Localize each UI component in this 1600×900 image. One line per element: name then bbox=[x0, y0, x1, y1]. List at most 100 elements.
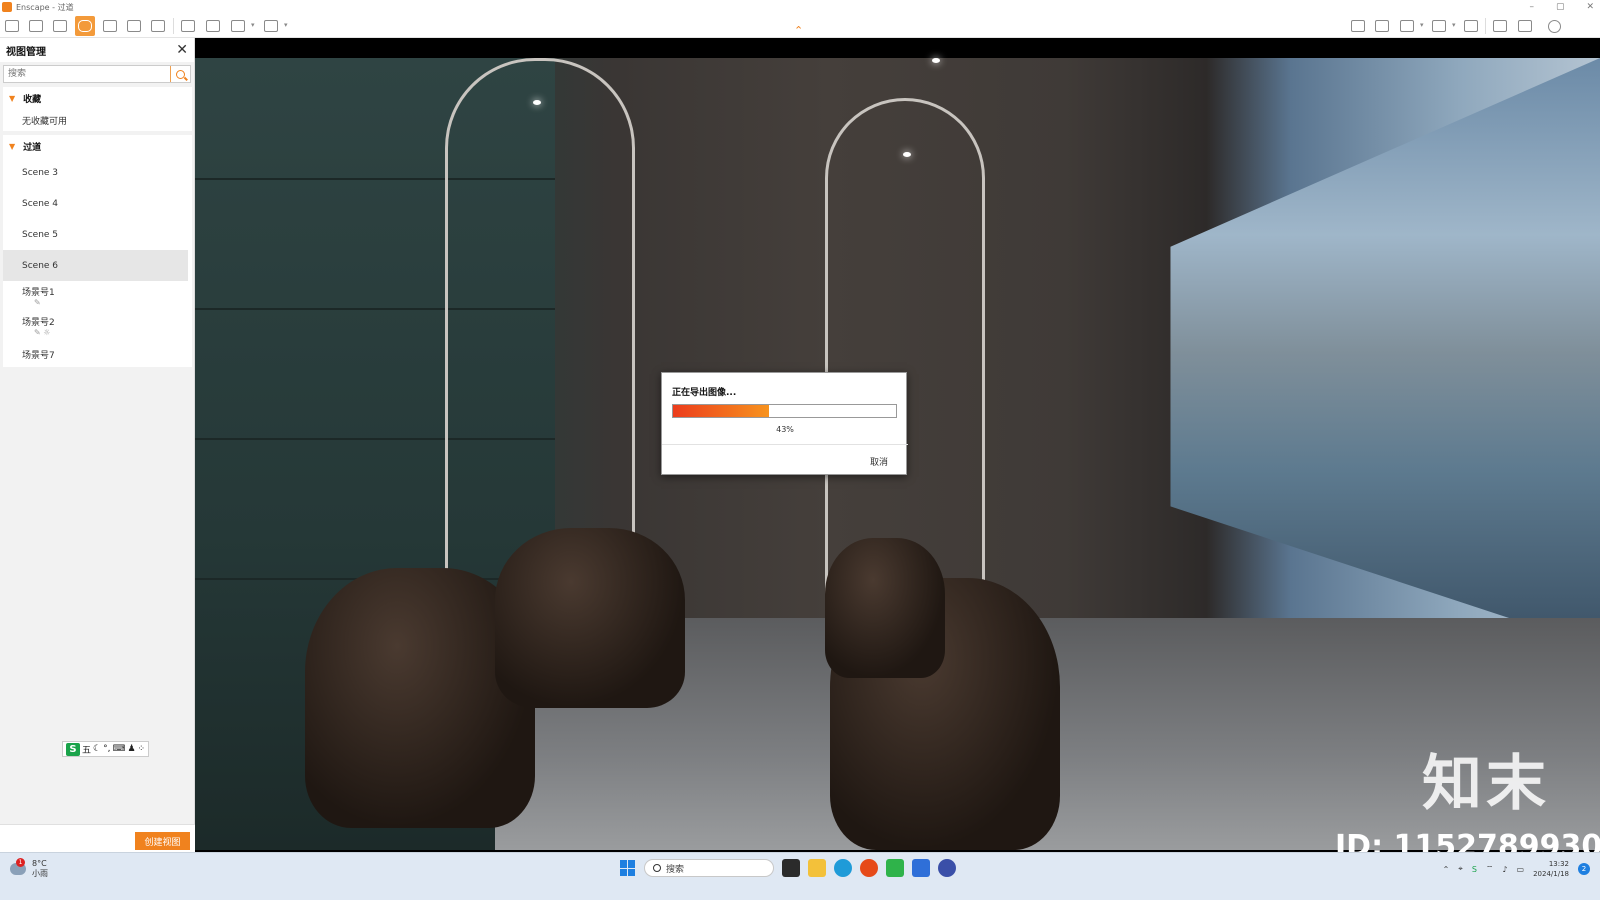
ceiling-arch bbox=[825, 98, 985, 598]
gear-icon[interactable] bbox=[1515, 16, 1535, 36]
windows-start-icon[interactable] bbox=[620, 860, 636, 876]
sogou-tray-icon[interactable]: S bbox=[1472, 865, 1477, 874]
window-title: Enscape - 过道 bbox=[16, 2, 74, 12]
view-item[interactable]: 场景号7 bbox=[3, 341, 192, 367]
expand-triangle-icon: ▼ bbox=[9, 93, 16, 103]
ime-toolbar[interactable]: S 五 ☾ °, ⌨ ♟ ⁘ bbox=[62, 741, 150, 757]
export-progress-dialog: 正在导出图像... 43% 取消 bbox=[661, 372, 908, 475]
view-item-selected[interactable]: Scene 6 bbox=[3, 250, 188, 281]
user-icon: ♟ bbox=[127, 744, 136, 754]
view-item-label: 场景号7 bbox=[22, 350, 55, 361]
title-bar: Enscape - 过道 – ▢ ✕ bbox=[0, 0, 1600, 14]
maximize-icon[interactable]: ▢ bbox=[1556, 2, 1565, 12]
material-editor-icon[interactable] bbox=[124, 16, 144, 36]
wifi-icon[interactable]: ⌔ bbox=[1486, 864, 1494, 874]
toolbar-divider bbox=[1485, 18, 1486, 34]
pencil-icon: ✎ bbox=[34, 298, 41, 307]
close-window-icon[interactable]: ✕ bbox=[1586, 2, 1594, 12]
massage-chair bbox=[825, 538, 945, 678]
close-icon[interactable]: ✕ bbox=[176, 43, 188, 57]
weather-widget[interactable]: 1 8°C 小雨 bbox=[10, 858, 48, 879]
home-icon[interactable] bbox=[2, 16, 22, 36]
panel-header: 视图管理 ✕ bbox=[0, 38, 194, 62]
search-input[interactable] bbox=[4, 66, 170, 82]
bim-icon[interactable] bbox=[50, 16, 70, 36]
app-u-icon[interactable] bbox=[912, 859, 930, 877]
sogou-ime-icon: S bbox=[66, 742, 80, 756]
punctuation-icon: °, bbox=[103, 744, 111, 754]
atmosphere-icon[interactable] bbox=[1429, 16, 1449, 36]
section-plane-icon[interactable] bbox=[1397, 16, 1417, 36]
create-view-button[interactable]: 创建视图 bbox=[135, 832, 190, 850]
taskbar-search[interactable]: 搜索 bbox=[644, 859, 774, 877]
rain-cloud-icon: 1 bbox=[10, 858, 26, 875]
window-controls: – ▢ ✕ bbox=[1529, 0, 1594, 14]
ime-mode: 五 bbox=[82, 745, 92, 756]
grid-icon: ⁘ bbox=[137, 744, 146, 754]
collapse-toolbar-icon[interactable]: ⌃ bbox=[794, 25, 803, 36]
wechat-icon[interactable] bbox=[886, 859, 904, 877]
city-panorama-screen bbox=[1170, 58, 1600, 648]
battery-icon[interactable]: ▭ bbox=[1517, 865, 1525, 874]
help-icon[interactable] bbox=[1544, 16, 1564, 36]
pencil-sun-icon: ✎ ☼ bbox=[34, 328, 51, 337]
network-pin-icon[interactable]: ⌖ bbox=[1458, 864, 1463, 874]
visual-settings-icon[interactable] bbox=[1490, 16, 1510, 36]
minimap-icon[interactable] bbox=[1372, 16, 1392, 36]
panel-title: 视图管理 bbox=[6, 46, 46, 58]
watermark-logo: 知末 bbox=[1422, 749, 1550, 819]
chevron-down-icon[interactable]: ▾ bbox=[251, 21, 255, 29]
tray-chevron-up-icon[interactable]: ⌃ bbox=[1443, 865, 1450, 874]
edge-icon[interactable] bbox=[834, 859, 852, 877]
massage-chair bbox=[495, 528, 685, 708]
view-search bbox=[3, 65, 191, 83]
ceiling-light bbox=[903, 152, 911, 157]
ceiling-light bbox=[533, 100, 541, 105]
clock-date: 2024/1/18 bbox=[1533, 870, 1569, 878]
cancel-button[interactable]: 取消 bbox=[870, 455, 888, 468]
volume-icon[interactable]: ♪ bbox=[1502, 865, 1507, 874]
task-view-icon[interactable] bbox=[782, 859, 800, 877]
clock-time: 13:32 bbox=[1548, 860, 1569, 868]
export-icon[interactable] bbox=[261, 16, 281, 36]
group-label: 收藏 bbox=[23, 94, 42, 105]
chevron-down-icon[interactable]: ▾ bbox=[1420, 21, 1424, 29]
minimize-icon[interactable]: – bbox=[1529, 2, 1534, 12]
vr-headset-icon[interactable] bbox=[1461, 16, 1481, 36]
screenshot-icon[interactable] bbox=[178, 16, 198, 36]
view-item[interactable]: 场景号2 ✎ ☼ bbox=[3, 311, 192, 341]
weather-temp: 8°C bbox=[32, 859, 47, 868]
link-icon[interactable] bbox=[26, 16, 46, 36]
panorama-icon[interactable] bbox=[228, 16, 248, 36]
notification-badge[interactable]: 2 bbox=[1578, 863, 1590, 875]
moon-icon: ☾ bbox=[93, 744, 102, 754]
group-views[interactable]: ▼ 过道 bbox=[3, 135, 192, 157]
file-explorer-icon[interactable] bbox=[808, 859, 826, 877]
weather-desc: 小雨 bbox=[32, 869, 48, 878]
enscape-taskbar-icon[interactable] bbox=[938, 859, 956, 877]
taskbar-search-label: 搜索 bbox=[666, 864, 685, 875]
progress-fill bbox=[673, 405, 769, 417]
taskbar-apps: 搜索 bbox=[620, 859, 956, 877]
view-item[interactable]: 场景号1 ✎ bbox=[3, 281, 192, 311]
batch-render-icon[interactable] bbox=[203, 16, 223, 36]
views-icon[interactable] bbox=[75, 16, 95, 36]
view-management-panel: 视图管理 ✕ ▼ 收藏 无收藏可用 ▼ 过道 Scene 3 Scene 4 S… bbox=[0, 38, 195, 870]
chevron-down-icon[interactable]: ▾ bbox=[284, 21, 288, 29]
collaborative-annotation-icon[interactable] bbox=[148, 16, 168, 36]
keyboard-icon: ⌨ bbox=[112, 744, 126, 754]
clock[interactable]: 13:32 2024/1/18 bbox=[1533, 859, 1569, 879]
view-tree: ▼ 收藏 无收藏可用 ▼ 过道 Scene 3 Scene 4 Scene 5 … bbox=[3, 87, 192, 367]
expand-triangle-icon: ▼ bbox=[9, 141, 16, 151]
view-item[interactable]: Scene 3 bbox=[3, 157, 192, 188]
search-button[interactable] bbox=[170, 66, 190, 82]
chrome-icon[interactable] bbox=[860, 859, 878, 877]
info-panel-icon[interactable] bbox=[1348, 16, 1368, 36]
search-icon bbox=[176, 69, 185, 79]
group-favorites[interactable]: ▼ 收藏 bbox=[3, 87, 192, 109]
asset-library-icon[interactable] bbox=[100, 16, 120, 36]
view-item[interactable]: Scene 4 bbox=[3, 188, 192, 219]
chevron-down-icon[interactable]: ▾ bbox=[1452, 21, 1456, 29]
group-label: 过道 bbox=[23, 142, 42, 153]
view-item[interactable]: Scene 5 bbox=[3, 219, 192, 250]
